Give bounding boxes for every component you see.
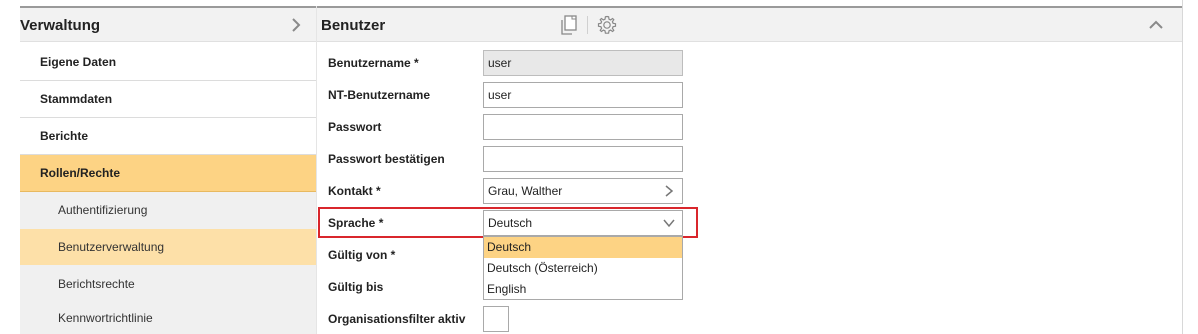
kontakt-picker[interactable]: Grau, Walther — [483, 178, 683, 204]
sidebar-title: Verwaltung — [20, 17, 101, 34]
row-passwort-bestaetigen: Passwort bestätigen — [317, 144, 1183, 174]
sidebar-item-berichte[interactable]: Berichte — [20, 118, 316, 155]
sprache-option-english[interactable]: English — [484, 279, 682, 300]
benutzername-label: Benutzername * — [328, 56, 419, 70]
sprache-dropdown-list: Deutsch Deutsch (Österreich) English — [483, 236, 683, 300]
main-panel: Benutzer Benutzername * user NT-Benutzer… — [316, 6, 1183, 334]
chevron-up-icon[interactable] — [1147, 16, 1165, 34]
sidebar-item-label: Authentifizierung — [58, 203, 148, 217]
sidebar-item-rollen-rechte[interactable]: Rollen/Rechte — [20, 155, 316, 192]
sprache-option-deutsch[interactable]: Deutsch — [484, 237, 682, 258]
gueltig-bis-label: Gültig bis — [328, 280, 384, 294]
kontakt-label: Kontakt * — [328, 184, 381, 198]
sidebar-item-label: Berichte — [40, 129, 89, 143]
nt-benutzername-field[interactable]: user — [483, 82, 683, 108]
sprache-label: Sprache * — [328, 216, 384, 230]
row-sprache: Sprache * Deutsch — [317, 208, 1183, 238]
outer-margin — [0, 0, 20, 334]
right-edge-scrollbar[interactable] — [1182, 0, 1198, 334]
sidebar-item-label: Rollen/Rechte — [40, 166, 121, 180]
sidebar-subitem-berichtsrechte[interactable]: Berichtsrechte — [20, 266, 316, 303]
sidebar-subitem-kennwortrichtlinie[interactable]: Kennwortrichtlinie — [20, 303, 316, 334]
nt-benutzername-label: NT-Benutzername — [328, 88, 431, 102]
chevron-right-icon[interactable] — [288, 14, 304, 36]
row-benutzername: Benutzername * user — [317, 48, 1183, 78]
gear-icon[interactable] — [596, 14, 618, 36]
row-nt-benutzername: NT-Benutzername user — [317, 80, 1183, 110]
row-passwort: Passwort — [317, 112, 1183, 142]
sidebar-item-stammdaten[interactable]: Stammdaten — [20, 81, 316, 118]
sidebar-subitem-benutzerverwaltung[interactable]: Benutzerverwaltung — [20, 229, 316, 266]
gueltig-von-label: Gültig von * — [328, 248, 396, 262]
row-gueltig-bis: Gültig bis — [317, 272, 1183, 302]
header-divider — [587, 16, 588, 34]
sprache-select[interactable]: Deutsch — [483, 210, 683, 236]
row-gueltig-von: Gültig von * — [317, 240, 1183, 270]
page-title: Benutzer — [321, 17, 386, 34]
passwort-field[interactable] — [483, 114, 683, 140]
sidebar-item-label: Berichtsrechte — [58, 277, 135, 291]
sidebar-item-label: Eigene Daten — [40, 55, 117, 69]
chevron-down-icon[interactable] — [662, 216, 676, 230]
passwort-bestaetigen-label: Passwort bestätigen — [328, 152, 445, 166]
row-organisationsfilter: Organisationsfilter aktiv — [317, 304, 1183, 334]
passwort-bestaetigen-field[interactable] — [483, 146, 683, 172]
row-kontakt: Kontakt * Grau, Walther — [317, 176, 1183, 206]
sidebar-item-label: Kennwortrichtlinie — [58, 311, 153, 325]
sprache-value: Deutsch — [488, 216, 533, 230]
kontakt-value: Grau, Walther — [488, 184, 563, 198]
organisationsfilter-checkbox[interactable] — [483, 306, 509, 332]
passwort-label: Passwort — [328, 120, 382, 134]
sidebar: Verwaltung Eigene Daten Stammdaten Beric… — [20, 6, 316, 334]
sidebar-header: Verwaltung — [20, 8, 316, 42]
sidebar-subitem-authentifizierung[interactable]: Authentifizierung — [20, 192, 316, 229]
benutzername-field: user — [483, 50, 683, 76]
organisationsfilter-label: Organisationsfilter aktiv — [328, 312, 466, 326]
main-header: Benutzer — [317, 8, 1183, 42]
sidebar-item-label: Benutzerverwaltung — [58, 240, 165, 254]
sprache-option-deutsch-oesterreich[interactable]: Deutsch (Österreich) — [484, 258, 682, 279]
sidebar-item-eigene-daten[interactable]: Eigene Daten — [20, 44, 316, 81]
copy-icon[interactable] — [558, 14, 580, 36]
sidebar-item-label: Stammdaten — [40, 92, 113, 106]
chevron-right-icon[interactable] — [662, 184, 676, 198]
